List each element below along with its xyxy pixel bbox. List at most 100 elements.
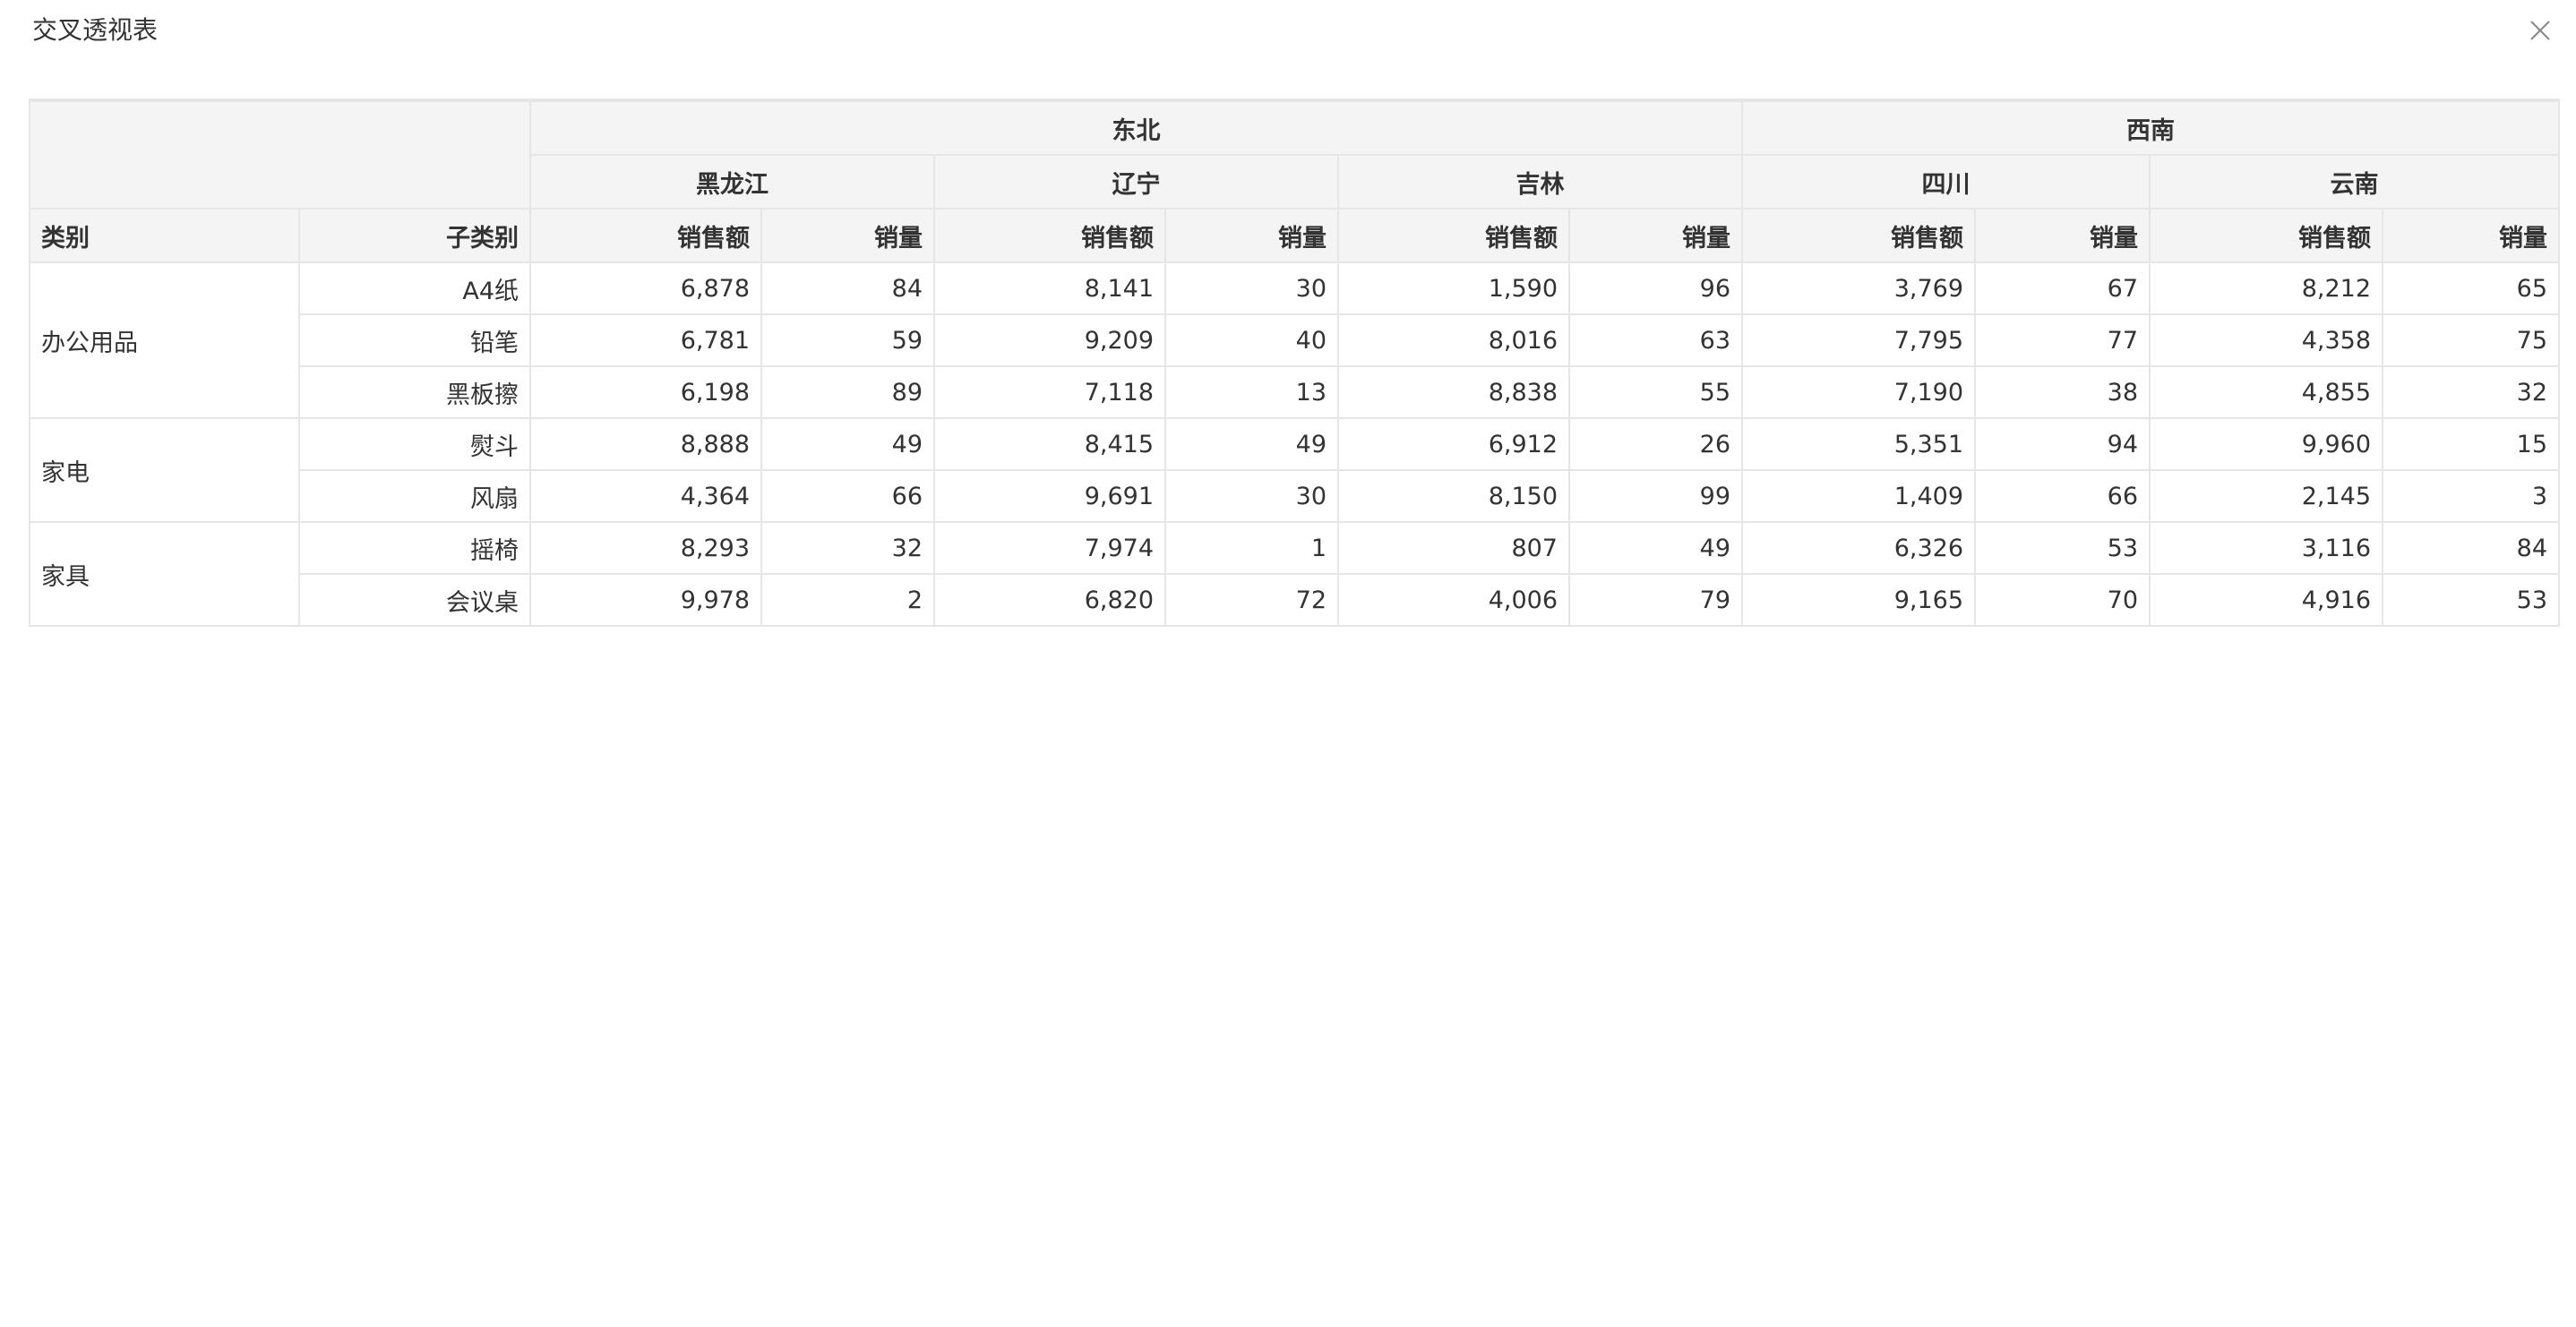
quantity-value-cell: 65 <box>2382 261 2561 315</box>
province-header: 辽宁 <box>933 154 1339 210</box>
quantity-value-cell: 79 <box>1567 573 1744 627</box>
category-cell: 家具 <box>29 521 300 627</box>
sales-value-cell: 7,795 <box>1741 313 1977 367</box>
category-cell: 家电 <box>29 417 300 523</box>
table-row: 家电 熨斗 8,888 49 8,415 49 6,912 26 5,351 94 9,960 15 <box>29 417 2561 523</box>
quantity-value-cell: 1 <box>1164 521 1339 575</box>
quantity-value-cell: 30 <box>1164 469 1339 523</box>
sales-value-cell: 8,838 <box>1337 365 1570 419</box>
corner-cell <box>29 98 531 210</box>
sales-value-cell: 8,150 <box>1337 469 1570 523</box>
province-header: 黑龙江 <box>529 154 935 210</box>
region-header-row: 东北 西南 <box>29 98 2561 210</box>
sales-value-cell: 7,190 <box>1741 365 1977 419</box>
sales-value-cell: 8,016 <box>1337 313 1570 367</box>
measure-header-sales: 销售额 <box>529 208 762 263</box>
subcategory-cell: 黑板擦 <box>298 365 531 419</box>
quantity-value-cell: 15 <box>2382 417 2561 471</box>
quantity-value-cell: 96 <box>1567 261 1744 315</box>
sales-value-cell: 3,116 <box>2149 521 2384 575</box>
region-header: 东北 <box>528 98 1744 156</box>
quantity-value-cell: 40 <box>1164 313 1339 367</box>
quantity-value-cell: 49 <box>1164 417 1339 471</box>
close-icon <box>2530 21 2550 40</box>
measure-header-row: 类别 子类别 销售额 销量 销售额 销量 销售额 销量 销售额 销量 销售额 销… <box>29 208 2561 263</box>
quantity-value-cell: 77 <box>1974 313 2151 367</box>
subcategory-cell: 风扇 <box>298 469 531 523</box>
sales-value-cell: 6,912 <box>1337 417 1570 471</box>
close-button[interactable] <box>2524 14 2556 47</box>
measure-header-sales: 销售额 <box>1741 208 1977 263</box>
sales-value-cell: 1,590 <box>1337 261 1570 315</box>
pivot-header: 东北 西南 黑龙江 辽宁 吉林 四川 云南 类别 子类别 销售额 销量 销售额 … <box>29 98 2561 263</box>
pivot-body: 办公用品 A4纸 6,878 84 8,141 30 1,590 96 3,769 67 8,212… <box>29 261 2561 627</box>
measure-header-quantity: 销量 <box>1567 208 1744 263</box>
quantity-value-cell: 94 <box>1974 417 2151 471</box>
quantity-value-cell: 53 <box>1974 521 2151 575</box>
sales-value-cell: 5,351 <box>1741 417 1977 471</box>
subcategory-cell: 铅笔 <box>298 313 531 367</box>
subcategory-column-header: 子类别 <box>298 208 531 263</box>
quantity-value-cell: 30 <box>1164 261 1339 315</box>
sales-value-cell: 6,198 <box>529 365 762 419</box>
quantity-value-cell: 32 <box>2382 365 2561 419</box>
quantity-value-cell: 70 <box>1974 573 2151 627</box>
measure-header-quantity: 销量 <box>760 208 935 263</box>
sales-value-cell: 6,326 <box>1741 521 1977 575</box>
sales-value-cell: 8,212 <box>2149 261 2384 315</box>
quantity-value-cell: 38 <box>1974 365 2151 419</box>
sales-value-cell: 6,820 <box>933 573 1166 627</box>
sales-value-cell: 807 <box>1337 521 1570 575</box>
table-row: 家具 摇椅 8,293 32 7,974 1 807 49 6,326 53 3,116 84 <box>29 521 2561 627</box>
measure-header-quantity: 销量 <box>2382 208 2561 263</box>
quantity-value-cell: 3 <box>2382 469 2561 523</box>
sales-value-cell: 9,960 <box>2149 417 2384 471</box>
sales-value-cell: 9,209 <box>933 313 1166 367</box>
province-header: 吉林 <box>1336 154 1744 210</box>
sales-value-cell: 9,691 <box>933 469 1166 523</box>
quantity-value-cell: 49 <box>760 417 935 471</box>
quantity-value-cell: 13 <box>1164 365 1339 419</box>
pivot-table-container: 东北 西南 黑龙江 辽宁 吉林 四川 云南 类别 子类别 销售额 销量 销售额 … <box>29 98 2561 627</box>
quantity-value-cell: 49 <box>1567 521 1744 575</box>
sales-value-cell: 4,916 <box>2149 573 2384 627</box>
sales-value-cell: 8,293 <box>529 521 762 575</box>
province-header: 四川 <box>1741 154 2151 210</box>
sales-value-cell: 4,006 <box>1337 573 1570 627</box>
pivot-table: 东北 西南 黑龙江 辽宁 吉林 四川 云南 类别 子类别 销售额 销量 销售额 … <box>29 98 2561 627</box>
sales-value-cell: 1,409 <box>1741 469 1977 523</box>
region-header: 西南 <box>1741 98 2561 156</box>
category-cell: 办公用品 <box>29 261 300 419</box>
quantity-value-cell: 63 <box>1567 313 1744 367</box>
quantity-value-cell: 66 <box>1974 469 2151 523</box>
dialog-title: 交叉透视表 <box>32 15 159 45</box>
quantity-value-cell: 84 <box>2382 521 2561 575</box>
sales-value-cell: 4,364 <box>529 469 762 523</box>
quantity-value-cell: 99 <box>1567 469 1744 523</box>
sales-value-cell: 6,781 <box>529 313 762 367</box>
measure-header-sales: 销售额 <box>2149 208 2384 263</box>
sales-value-cell: 7,974 <box>933 521 1166 575</box>
quantity-value-cell: 84 <box>760 261 935 315</box>
quantity-value-cell: 53 <box>2382 573 2561 627</box>
quantity-value-cell: 55 <box>1567 365 1744 419</box>
sales-value-cell: 2,145 <box>2149 469 2384 523</box>
table-row: 黑板擦 6,198 89 7,118 13 8,838 55 7,190 38 4,855 32 <box>30 365 2561 419</box>
sales-value-cell: 7,118 <box>933 365 1166 419</box>
measure-header-quantity: 销量 <box>1974 208 2151 263</box>
subcategory-cell: 会议桌 <box>298 573 531 627</box>
sales-value-cell: 3,769 <box>1741 261 1977 315</box>
quantity-value-cell: 2 <box>760 573 935 627</box>
sales-value-cell: 4,855 <box>2149 365 2384 419</box>
quantity-value-cell: 66 <box>760 469 935 523</box>
table-row: 铅笔 6,781 59 9,209 40 8,016 63 7,795 77 4,358 75 <box>30 313 2561 367</box>
subcategory-cell: 熨斗 <box>298 417 531 471</box>
sales-value-cell: 8,415 <box>933 417 1166 471</box>
sales-value-cell: 8,888 <box>529 417 762 471</box>
quantity-value-cell: 59 <box>760 313 935 367</box>
sales-value-cell: 4,358 <box>2149 313 2384 367</box>
quantity-value-cell: 72 <box>1164 573 1339 627</box>
measure-header-quantity: 销量 <box>1164 208 1339 263</box>
sales-value-cell: 9,978 <box>529 573 762 627</box>
sales-value-cell: 9,165 <box>1741 573 1977 627</box>
